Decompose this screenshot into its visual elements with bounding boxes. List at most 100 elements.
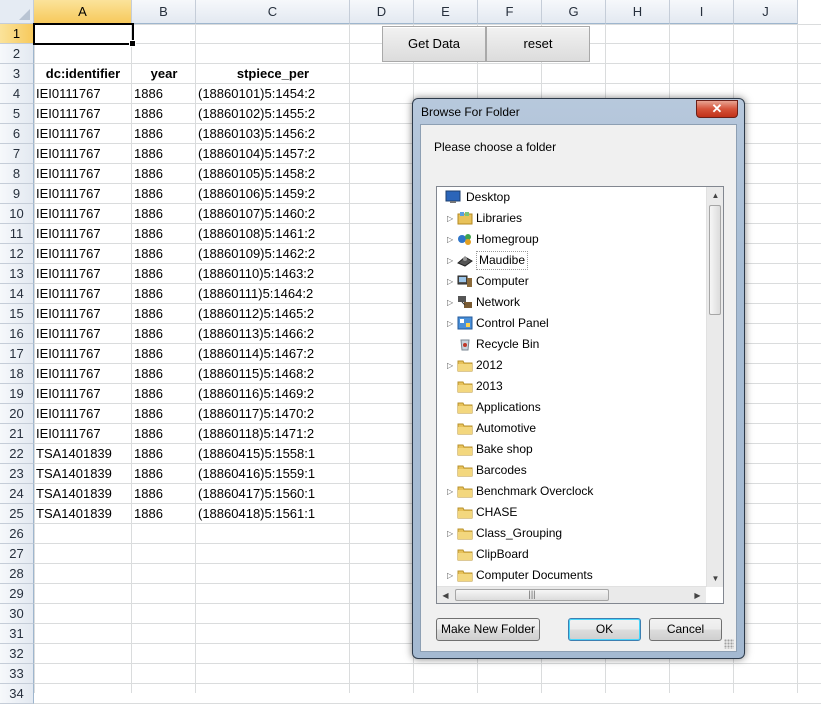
tree-item[interactable]: ▷ 2012 bbox=[443, 355, 703, 376]
identifier-cell[interactable]: IEI0111767 bbox=[36, 244, 132, 264]
tree-item[interactable]: ▷ Maudibe bbox=[443, 250, 703, 271]
column-header-j[interactable]: J bbox=[734, 0, 798, 24]
resize-grip-icon[interactable] bbox=[724, 639, 734, 649]
stpiece-cell[interactable]: (18860107)5:1460:2 bbox=[198, 204, 350, 224]
year-cell[interactable]: 1886 bbox=[134, 124, 196, 144]
identifier-cell[interactable]: TSA1401839 bbox=[36, 444, 132, 464]
expand-arrow-icon[interactable]: ▷ bbox=[447, 355, 454, 376]
row-header-28[interactable]: 28 bbox=[0, 564, 34, 584]
stpiece-cell[interactable]: (18860113)5:1466:2 bbox=[198, 324, 350, 344]
column-header-a[interactable]: A bbox=[34, 0, 132, 24]
tree-item[interactable]: ▷ Computer bbox=[443, 271, 703, 292]
identifier-cell[interactable]: IEI0111767 bbox=[36, 184, 132, 204]
tree-item[interactable]: Desktop bbox=[443, 187, 703, 208]
make-new-folder-button[interactable]: Make New Folder bbox=[436, 618, 540, 641]
identifier-cell[interactable]: IEI0111767 bbox=[36, 204, 132, 224]
column-header-h[interactable]: H bbox=[606, 0, 670, 24]
row-header-15[interactable]: 15 bbox=[0, 304, 34, 324]
row-header-10[interactable]: 10 bbox=[0, 204, 34, 224]
cancel-button[interactable]: Cancel bbox=[649, 618, 722, 641]
year-cell[interactable]: 1886 bbox=[134, 304, 196, 324]
row-header-30[interactable]: 30 bbox=[0, 604, 34, 624]
column-header-c[interactable]: C bbox=[196, 0, 350, 24]
year-cell[interactable]: 1886 bbox=[134, 244, 196, 264]
row-header-18[interactable]: 18 bbox=[0, 364, 34, 384]
row-header-8[interactable]: 8 bbox=[0, 164, 34, 184]
year-cell[interactable]: 1886 bbox=[134, 424, 196, 444]
identifier-cell[interactable]: IEI0111767 bbox=[36, 104, 132, 124]
stpiece-cell[interactable]: (18860104)5:1457:2 bbox=[198, 144, 350, 164]
year-cell[interactable]: 1886 bbox=[134, 204, 196, 224]
expand-arrow-icon[interactable]: ▷ bbox=[447, 208, 454, 229]
stpiece-cell[interactable]: (18860116)5:1469:2 bbox=[198, 384, 350, 404]
stpiece-cell[interactable]: (18860415)5:1558:1 bbox=[198, 444, 350, 464]
year-cell[interactable]: 1886 bbox=[134, 184, 196, 204]
expand-arrow-icon[interactable]: ▷ bbox=[447, 271, 454, 292]
expand-arrow-icon[interactable]: ▷ bbox=[447, 292, 454, 313]
row-header-31[interactable]: 31 bbox=[0, 624, 34, 644]
scroll-left-icon[interactable]: ◀ bbox=[437, 587, 454, 604]
horizontal-scrollbar[interactable]: ◀ ||| ▶ bbox=[437, 586, 706, 603]
identifier-cell[interactable]: TSA1401839 bbox=[36, 484, 132, 504]
tree-item[interactable]: ▷ Class_Grouping bbox=[443, 523, 703, 544]
row-header-34[interactable]: 34 bbox=[0, 684, 34, 704]
stpiece-cell[interactable]: (18860118)5:1471:2 bbox=[198, 424, 350, 444]
column-header-e[interactable]: E bbox=[414, 0, 478, 24]
row-header-1[interactable]: 1 bbox=[0, 24, 34, 44]
stpiece-cell[interactable]: (18860102)5:1455:2 bbox=[198, 104, 350, 124]
identifier-cell[interactable]: IEI0111767 bbox=[36, 404, 132, 424]
stpiece-cell[interactable]: (18860109)5:1462:2 bbox=[198, 244, 350, 264]
get-data-button[interactable]: Get Data bbox=[382, 26, 486, 62]
year-cell[interactable]: 1886 bbox=[134, 384, 196, 404]
vertical-scroll-thumb[interactable] bbox=[709, 205, 721, 315]
year-cell[interactable]: 1886 bbox=[134, 84, 196, 104]
close-button[interactable]: ✕ bbox=[696, 100, 738, 118]
row-header-20[interactable]: 20 bbox=[0, 404, 34, 424]
stpiece-cell[interactable]: (18860110)5:1463:2 bbox=[198, 264, 350, 284]
header-cell-identifier[interactable]: dc:identifier bbox=[34, 64, 132, 84]
active-cell-a1[interactable] bbox=[33, 23, 136, 47]
scroll-right-icon[interactable]: ▶ bbox=[689, 587, 706, 604]
row-header-17[interactable]: 17 bbox=[0, 344, 34, 364]
ok-button[interactable]: OK bbox=[568, 618, 641, 641]
identifier-cell[interactable]: IEI0111767 bbox=[36, 144, 132, 164]
tree-item[interactable]: Bake shop bbox=[443, 439, 703, 460]
header-cell-stpiece[interactable]: stpiece_per bbox=[196, 64, 350, 84]
tree-item[interactable]: CHASE bbox=[443, 502, 703, 523]
tree-item[interactable]: ClipBoard bbox=[443, 544, 703, 565]
row-header-26[interactable]: 26 bbox=[0, 524, 34, 544]
tree-item[interactable]: 2013 bbox=[443, 376, 703, 397]
stpiece-cell[interactable]: (18860111)5:1464:2 bbox=[198, 284, 350, 304]
tree-item[interactable]: ▷ Homegroup bbox=[443, 229, 703, 250]
row-header-7[interactable]: 7 bbox=[0, 144, 34, 164]
identifier-cell[interactable]: IEI0111767 bbox=[36, 164, 132, 184]
identifier-cell[interactable]: IEI0111767 bbox=[36, 324, 132, 344]
year-cell[interactable]: 1886 bbox=[134, 464, 196, 484]
expand-arrow-icon[interactable]: ▷ bbox=[447, 313, 454, 334]
tree-item[interactable]: Applications bbox=[443, 397, 703, 418]
stpiece-cell[interactable]: (18860114)5:1467:2 bbox=[198, 344, 350, 364]
stpiece-cell[interactable]: (18860418)5:1561:1 bbox=[198, 504, 350, 524]
select-all-corner[interactable] bbox=[0, 0, 34, 24]
tree-item[interactable]: Barcodes bbox=[443, 460, 703, 481]
tree-item[interactable]: Automotive bbox=[443, 418, 703, 439]
horizontal-scroll-thumb[interactable]: ||| bbox=[455, 589, 609, 601]
identifier-cell[interactable]: IEI0111767 bbox=[36, 344, 132, 364]
row-header-16[interactable]: 16 bbox=[0, 324, 34, 344]
row-header-24[interactable]: 24 bbox=[0, 484, 34, 504]
row-header-11[interactable]: 11 bbox=[0, 224, 34, 244]
row-header-3[interactable]: 3 bbox=[0, 64, 34, 84]
header-cell-year[interactable]: year bbox=[132, 64, 196, 84]
row-header-12[interactable]: 12 bbox=[0, 244, 34, 264]
row-header-32[interactable]: 32 bbox=[0, 644, 34, 664]
year-cell[interactable]: 1886 bbox=[134, 404, 196, 424]
folder-tree[interactable]: Desktop ▷ Libraries ▷ Homegroup ▷ Maudibe ▷ Comp… bbox=[436, 186, 724, 604]
expand-arrow-icon[interactable]: ▷ bbox=[447, 481, 454, 502]
year-cell[interactable]: 1886 bbox=[134, 104, 196, 124]
expand-arrow-icon[interactable]: ▷ bbox=[447, 229, 454, 250]
stpiece-cell[interactable]: (18860416)5:1559:1 bbox=[198, 464, 350, 484]
stpiece-cell[interactable]: (18860108)5:1461:2 bbox=[198, 224, 350, 244]
row-header-25[interactable]: 25 bbox=[0, 504, 34, 524]
stpiece-cell[interactable]: (18860103)5:1456:2 bbox=[198, 124, 350, 144]
identifier-cell[interactable]: IEI0111767 bbox=[36, 424, 132, 444]
